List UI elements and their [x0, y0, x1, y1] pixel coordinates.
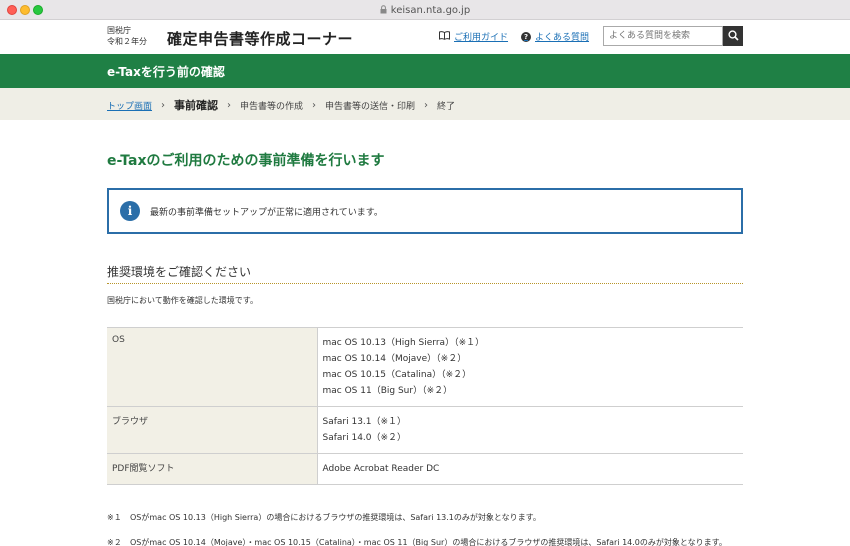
info-icon: i	[120, 201, 140, 221]
search-icon	[727, 29, 739, 44]
banner-title: e-Taxを行う前の確認	[107, 65, 225, 79]
notice-text: 最新の事前準備セットアップが正常に適用されています。	[150, 207, 383, 218]
browser-value: Safari 14.0（※２）	[322, 433, 407, 443]
section-intro: 国税庁において動作を確認した環境です。	[107, 296, 258, 305]
row-key: PDF閲覧ソフト	[107, 453, 318, 485]
search-button[interactable]	[723, 26, 743, 46]
breadcrumb-top[interactable]: トップ画面	[107, 99, 152, 112]
section-banner: e-Taxを行う前の確認	[0, 54, 850, 88]
table-row: OS mac OS 10.13（High Sierra）（※１） mac OS …	[107, 327, 743, 407]
os-value: mac OS 10.15（Catalina）（※２）	[322, 370, 472, 380]
footnote: ※１ OSがmac OS 10.13（High Sierra）の場合におけるブラ…	[107, 511, 743, 525]
row-key: OS	[107, 327, 318, 407]
fiscal-year: 令和２年分	[107, 37, 147, 46]
table-row: ブラウザ Safari 13.1（※１） Safari 14.0（※２）	[107, 406, 743, 454]
breadcrumb-step-create: 申告書等の作成	[240, 101, 304, 112]
book-icon	[439, 30, 450, 43]
page-title: e-Taxのご利用のための事前準備を行います	[107, 153, 385, 169]
question-icon: ?	[521, 31, 531, 42]
chevron-right-icon: ›	[312, 99, 317, 111]
faq-link-label: よくある質問	[535, 33, 590, 43]
table-row: PDF閲覧ソフト Adobe Acrobat Reader DC	[107, 453, 743, 485]
pdf-viewer-value: Adobe Acrobat Reader DC	[322, 464, 440, 474]
row-value: mac OS 10.13（High Sierra）（※１） mac OS 10.…	[317, 327, 743, 407]
footnote-text: OSがmac OS 10.13（High Sierra）の場合におけるブラウザの…	[130, 513, 541, 522]
browser-value: Safari 13.1（※１）	[322, 417, 407, 427]
breadcrumb-current-step: 事前確認	[174, 99, 219, 112]
footnote-mark: ※１	[107, 513, 122, 522]
chevron-right-icon: ›	[424, 99, 429, 111]
os-value: mac OS 10.14（Mojave）（※２）	[322, 354, 467, 364]
site-title: 確定申告書等作成コーナー	[167, 30, 354, 48]
row-value: Safari 13.1（※１） Safari 14.0（※２）	[317, 406, 743, 454]
web-page: 国税庁 令和２年分 確定申告書等作成コーナー ご利用ガイド ? よくある質問 e…	[0, 20, 850, 546]
lock-icon	[380, 4, 387, 16]
agency-name: 国税庁	[107, 26, 131, 35]
guide-link[interactable]: ご利用ガイド	[439, 30, 508, 43]
row-value: Adobe Acrobat Reader DC	[317, 453, 743, 485]
footnote-text: OSがmac OS 10.14（Mojave）・mac OS 10.15（Cat…	[130, 538, 727, 546]
guide-link-label: ご利用ガイド	[454, 33, 509, 43]
footnote-mark: ※２	[107, 538, 122, 546]
url-text: keisan.nta.go.jp	[390, 4, 471, 16]
status-notice: i 最新の事前準備セットアップが正常に適用されています。	[107, 188, 743, 234]
faq-search-input[interactable]	[603, 26, 723, 46]
address-bar[interactable]: keisan.nta.go.jp	[0, 0, 850, 20]
agency-label: 国税庁 令和２年分	[107, 25, 147, 47]
breadcrumb: トップ画面 › 事前確認 › 申告書等の作成 › 申告書等の送信・印刷 › 終了	[0, 88, 850, 120]
breadcrumb-step-send: 申告書等の送信・印刷	[325, 101, 416, 112]
chevron-right-icon: ›	[161, 99, 166, 111]
os-value: mac OS 11（Big Sur）（※２）	[322, 386, 453, 396]
site-header: 国税庁 令和２年分 確定申告書等作成コーナー ご利用ガイド ? よくある質問	[0, 20, 850, 54]
main-content: e-Taxのご利用のための事前準備を行います i 最新の事前準備セットアップが正…	[0, 120, 850, 546]
row-key: ブラウザ	[107, 406, 318, 454]
chevron-right-icon: ›	[227, 99, 232, 111]
breadcrumb-step-end: 終了	[437, 101, 456, 112]
faq-link[interactable]: ? よくある質問	[521, 30, 589, 43]
footnote: ※２ OSがmac OS 10.14（Mojave）・mac OS 10.15（…	[107, 536, 743, 546]
browser-titlebar: keisan.nta.go.jp	[0, 0, 850, 20]
section-title: 推奨環境をご確認ください	[107, 260, 743, 284]
os-value: mac OS 10.13（High Sierra）（※１）	[322, 338, 485, 348]
recommended-environment-table: OS mac OS 10.13（High Sierra）（※１） mac OS …	[107, 327, 743, 485]
